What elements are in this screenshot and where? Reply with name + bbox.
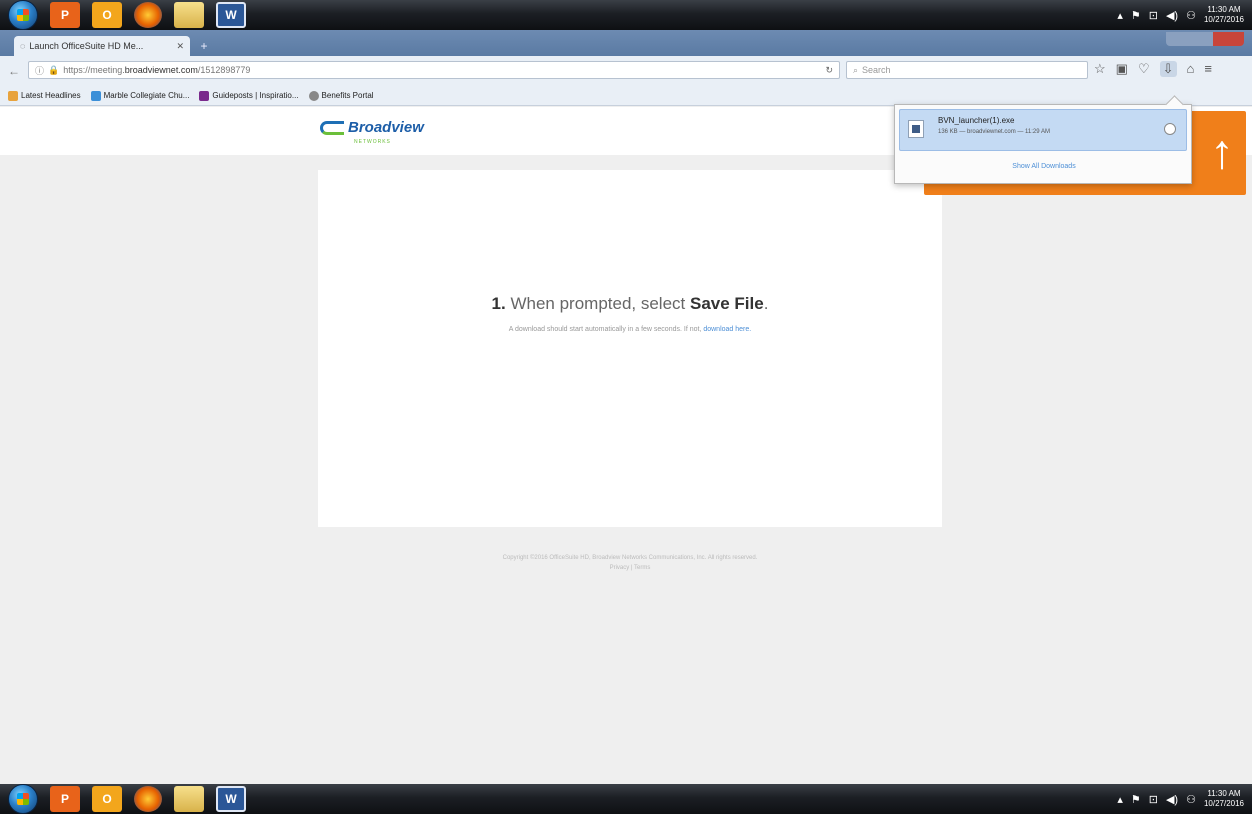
bookmark-latest-headlines[interactable]: Latest Headlines [8,90,81,101]
folder-taskbar-icon[interactable] [174,2,204,28]
broadview-logo[interactable]: Broadview NETWORKS [320,119,424,145]
menu-icon[interactable]: ≡ [1204,61,1212,77]
up-arrow-icon: ↑ [1210,126,1234,179]
bookmark-label: Benefits Portal [321,91,374,100]
clock-time: 11:30 AM [1207,789,1241,798]
guideposts-favicon-icon [199,90,210,101]
start-button-bottom[interactable] [8,784,38,814]
clipboard-icon[interactable]: ▣ [1116,61,1128,77]
search-bar[interactable]: ⌕ Search [846,61,1088,79]
download-hint: A download should start automatically in… [508,326,752,333]
firefox-taskbar-icon-bottom[interactable] [134,786,162,812]
tab-favicon-icon: ◌ [20,41,26,51]
site-info-icon[interactable]: ⓘ [35,64,44,77]
system-tray-bottom: ▴ ⚑ ⊡ ◀) ⚇ 11:30 AM 10/27/2016 [1117,789,1244,809]
broadview-swoosh-icon [320,120,344,135]
folder-taskbar-icon-bottom[interactable] [174,786,204,812]
network-icon[interactable]: ⊡ [1149,793,1158,806]
show-hidden-icon[interactable]: ▴ [1117,9,1123,22]
clock-bottom[interactable]: 11:30 AM 10/27/2016 [1204,789,1244,809]
lock-icon: 🔒 [48,64,60,75]
power-icon[interactable]: ⚇ [1186,9,1196,22]
download-status: 136 KB — broadviewnet.com — 11:29 AM [938,129,1050,135]
word-taskbar-icon-bottom[interactable]: W [216,786,246,812]
tab-strip: ◌ Launch OfficeSuite HD Me... ✕ + [0,30,1252,56]
show-hidden-icon[interactable]: ▴ [1117,793,1123,806]
bookmark-marble-collegiate[interactable]: Marble Collegiate Chu... [90,90,190,101]
downloads-panel: BVN_launcher(1).exe 136 KB — broadviewne… [894,104,1192,184]
bookmark-guideposts[interactable]: Guideposts | Inspiratio... [199,90,299,101]
bookmark-label: Marble Collegiate Chu... [103,91,190,100]
outlook-taskbar-icon[interactable]: O [92,2,122,28]
marble-favicon-icon [90,90,101,101]
flag-icon[interactable]: ⚑ [1131,793,1141,806]
instruction-card: 1. When prompted, select Save File. A do… [318,170,942,527]
power-icon[interactable]: ⚇ [1186,793,1196,806]
footer-links[interactable]: Privacy | Terms [318,563,942,573]
tab-officesuite[interactable]: ◌ Launch OfficeSuite HD Me... ✕ [14,36,190,56]
clock[interactable]: 11:30 AM 10/27/2016 [1204,5,1244,25]
firefox-taskbar-icon[interactable] [134,2,162,28]
clock-date: 10/27/2016 [1203,799,1244,808]
nav-bar: ← ⓘ 🔒 https://meeting.broadviewnet.com/1… [0,56,1252,86]
download-item[interactable]: BVN_launcher(1).exe 136 KB — broadviewne… [899,109,1187,151]
exe-file-icon [908,120,924,138]
page-footer: Copyright ©2016 OfficeSuite HD, Broadvie… [318,553,942,573]
bookmark-label: Latest Headlines [21,91,81,100]
show-all-downloads-link[interactable]: Show All Downloads [895,163,1193,170]
search-placeholder: Search [862,65,891,75]
downloads-icon[interactable]: ⇩ [1159,61,1177,77]
toolbar-icons: ☆ ▣ ♡ ⇩ ⌂ ≡ [1094,61,1212,77]
volume-icon[interactable]: ◀) [1166,9,1178,22]
globe-icon [308,90,319,101]
logo-text: Broadview [348,119,424,136]
rss-icon [8,90,18,101]
bookmark-label: Guideposts | Inspiratio... [212,91,299,100]
new-tab-button[interactable]: + [196,39,212,53]
taskbar-top: P O W ▴ ⚑ ⊡ ◀) ⚇ 11:30 AM 10/27/2016 [0,0,1252,30]
download-here-link[interactable]: download here. [703,326,751,333]
word-taskbar-icon[interactable]: W [216,2,246,28]
pocket-icon[interactable]: ♡ [1138,61,1150,77]
window-controls[interactable] [1166,32,1244,46]
home-icon[interactable]: ⌂ [1187,61,1195,77]
powerpoint-taskbar-icon-bottom[interactable]: P [50,786,80,812]
volume-icon[interactable]: ◀) [1166,793,1178,806]
bookmark-benefits-portal[interactable]: Benefits Portal [308,90,374,101]
outlook-taskbar-icon-bottom[interactable]: O [92,786,122,812]
download-filename: BVN_launcher(1).exe [938,116,1015,125]
open-folder-button[interactable] [1164,123,1176,135]
tab-close-icon[interactable]: ✕ [176,41,184,52]
back-button[interactable]: ← [8,64,24,78]
bookmarks-bar: Latest Headlines Marble Collegiate Chu..… [0,86,1252,106]
url-text: https://meeting.broadviewnet.com/1512898… [63,65,251,75]
copyright-text: Copyright ©2016 OfficeSuite HD, Broadvie… [502,555,758,561]
flag-icon[interactable]: ⚑ [1131,9,1141,22]
search-icon: ⌕ [853,64,859,75]
powerpoint-taskbar-icon[interactable]: P [50,2,80,28]
start-button[interactable] [8,0,38,30]
system-tray: ▴ ⚑ ⊡ ◀) ⚇ 11:30 AM 10/27/2016 [1117,5,1244,25]
tab-title: Launch OfficeSuite HD Me... [29,41,144,51]
clock-time: 11:30 AM [1207,5,1241,14]
taskbar-bottom: P O W ▴ ⚑ ⊡ ◀) ⚇ 11:30 AM 10/27/2016 [0,784,1252,814]
network-icon[interactable]: ⊡ [1149,9,1158,22]
bookmark-star-icon[interactable]: ☆ [1094,61,1106,77]
url-bar[interactable]: ⓘ 🔒 https://meeting.broadviewnet.com/151… [28,61,840,79]
clock-date: 10/27/2016 [1203,15,1244,24]
reload-icon[interactable]: ↻ [825,65,833,76]
step-instruction: 1. When prompted, select Save File. [491,294,769,313]
logo-subtext: NETWORKS [354,139,391,145]
